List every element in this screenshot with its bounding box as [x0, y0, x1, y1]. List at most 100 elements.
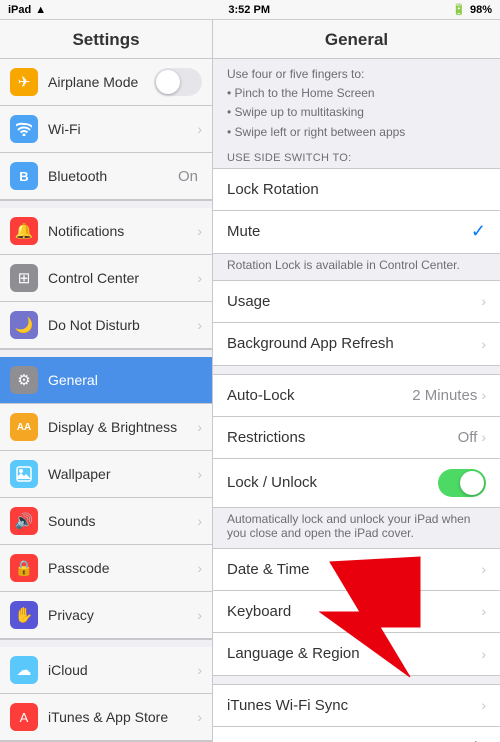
top-info-block: Use four or five fingers to: • Pinch to … [213, 59, 500, 146]
sidebar-item-passcode[interactable]: 🔒 Passcode › [0, 545, 212, 592]
sidebar-title: Settings [0, 20, 212, 59]
restrictions-value: Off [458, 429, 478, 446]
keyboard-label: Keyboard [227, 603, 481, 620]
main-layout: Settings ✈ Airplane Mode Wi-Fi › B Bluet… [0, 20, 500, 742]
display-chevron: › [197, 419, 202, 435]
wifi-sidebar-icon [10, 115, 38, 143]
mute-row[interactable]: Mute ✓ [213, 211, 500, 253]
sidebar-item-bluetooth[interactable]: B Bluetooth On [0, 153, 212, 200]
lock-rotation-label: Lock Rotation [227, 181, 486, 198]
content-title: General [213, 20, 500, 59]
keyboard-row[interactable]: Keyboard › [213, 591, 500, 633]
status-left: iPad ▲ [8, 4, 46, 16]
bluetooth-value: On [178, 168, 198, 185]
top-info-label: Use four or five fingers to: [227, 67, 364, 81]
autolock-group: Auto-Lock 2 Minutes › Restrictions Off ›… [213, 374, 500, 508]
lock-caption: Automatically lock and unlock your iPad … [213, 508, 500, 548]
sidebar-item-privacy[interactable]: ✋ Privacy › [0, 592, 212, 639]
use-side-switch-label: USE SIDE SWITCH TO: [213, 146, 500, 168]
cc-chevron: › [197, 270, 202, 286]
passcode-icon: 🔒 [10, 554, 38, 582]
autolock-value: 2 Minutes [412, 387, 477, 404]
sounds-icon: 🔊 [10, 507, 38, 535]
language-row[interactable]: Language & Region › [213, 633, 500, 675]
privacy-icon: ✋ [10, 601, 38, 629]
keyboard-chevron: › [481, 603, 486, 619]
background-app-row[interactable]: Background App Refresh › [213, 323, 500, 365]
sidebar-divider-1 [0, 200, 212, 208]
restrictions-row[interactable]: Restrictions Off › [213, 417, 500, 459]
vpn-row[interactable]: VPN Not Connected › [213, 727, 500, 742]
sidebar-item-display[interactable]: AA Display & Brightness › [0, 404, 212, 451]
sidebar-item-notifications[interactable]: 🔔 Notifications › [0, 208, 212, 255]
sidebar-item-sounds[interactable]: 🔊 Sounds › [0, 498, 212, 545]
sidebar-item-itunes[interactable]: A iTunes & App Store › [0, 694, 212, 741]
sidebar-item-icloud[interactable]: ☁ iCloud › [0, 647, 212, 694]
side-switch-group: Lock Rotation Mute ✓ [213, 168, 500, 254]
usage-row[interactable]: Usage › [213, 281, 500, 323]
background-app-label: Background App Refresh [227, 335, 481, 352]
lock-unlock-row[interactable]: Lock / Unlock [213, 459, 500, 507]
general-label: General [48, 372, 98, 388]
lock-rotation-row[interactable]: Lock Rotation [213, 169, 500, 211]
notifications-label: Notifications [48, 223, 124, 239]
wifi-icon: ▲ [35, 4, 46, 16]
sidebar-item-wallpaper[interactable]: Wallpaper › [0, 451, 212, 498]
date-time-row[interactable]: Date & Time › [213, 549, 500, 591]
background-app-chevron: › [481, 336, 486, 352]
usage-chevron: › [481, 293, 486, 309]
itunes-wifi-label: iTunes Wi-Fi Sync [227, 697, 481, 714]
autolock-chevron: › [481, 387, 486, 403]
restrictions-label: Restrictions [227, 429, 458, 446]
lock-unlock-label: Lock / Unlock [227, 474, 438, 491]
sounds-chevron: › [197, 513, 202, 529]
autolock-row[interactable]: Auto-Lock 2 Minutes › [213, 375, 500, 417]
spacer-2 [213, 676, 500, 684]
restrictions-chevron: › [481, 429, 486, 445]
lock-unlock-toggle[interactable] [438, 469, 486, 497]
wifi-label: Wi-Fi [48, 121, 81, 137]
sounds-label: Sounds [48, 513, 95, 529]
notifications-icon: 🔔 [10, 217, 38, 245]
mute-label: Mute [227, 223, 465, 240]
date-time-label: Date & Time [227, 561, 481, 578]
content-panel: General Use four or five fingers to: • P… [213, 20, 500, 742]
passcode-label: Passcode [48, 560, 109, 576]
icloud-chevron: › [197, 662, 202, 678]
dnd-icon: 🌙 [10, 311, 38, 339]
itunes-wifi-chevron: › [481, 697, 486, 713]
spacer-1 [213, 366, 500, 374]
control-center-label: Control Center [48, 270, 139, 286]
general-icon: ⚙ [10, 366, 38, 394]
usage-group: Usage › Background App Refresh › [213, 280, 500, 366]
itunes-wifi-row[interactable]: iTunes Wi-Fi Sync › [213, 685, 500, 727]
sidebar-item-general[interactable]: ⚙ General [0, 357, 212, 404]
control-center-icon: ⊞ [10, 264, 38, 292]
mute-checkmark: ✓ [471, 221, 486, 242]
time-display: 3:52 PM [228, 4, 270, 16]
dnd-label: Do Not Disturb [48, 317, 140, 333]
wallpaper-label: Wallpaper [48, 466, 111, 482]
wallpaper-chevron: › [197, 466, 202, 482]
display-icon: AA [10, 413, 38, 441]
sidebar-divider-3 [0, 639, 212, 647]
language-chevron: › [481, 646, 486, 662]
sidebar-item-airplane-mode[interactable]: ✈ Airplane Mode [0, 59, 212, 106]
sync-group: iTunes Wi-Fi Sync › VPN Not Connected › … [213, 684, 500, 742]
airplane-toggle[interactable] [154, 68, 202, 96]
sidebar: Settings ✈ Airplane Mode Wi-Fi › B Bluet… [0, 20, 213, 742]
top-info-item-3: • Swipe left or right between apps [227, 125, 405, 139]
sidebar-item-wifi[interactable]: Wi-Fi › [0, 106, 212, 153]
sidebar-item-control-center[interactable]: ⊞ Control Center › [0, 255, 212, 302]
airplane-label: Airplane Mode [48, 74, 138, 90]
date-group: Date & Time › Keyboard › Language & Regi… [213, 548, 500, 676]
autolock-label: Auto-Lock [227, 387, 412, 404]
status-bar: iPad ▲ 3:52 PM 🔋 98% [0, 0, 500, 20]
sidebar-item-dnd[interactable]: 🌙 Do Not Disturb › [0, 302, 212, 349]
icloud-label: iCloud [48, 662, 88, 678]
wallpaper-icon [10, 460, 38, 488]
notif-chevron: › [197, 223, 202, 239]
sidebar-divider-2 [0, 349, 212, 357]
status-right: 🔋 98% [452, 3, 492, 16]
date-time-chevron: › [481, 561, 486, 577]
